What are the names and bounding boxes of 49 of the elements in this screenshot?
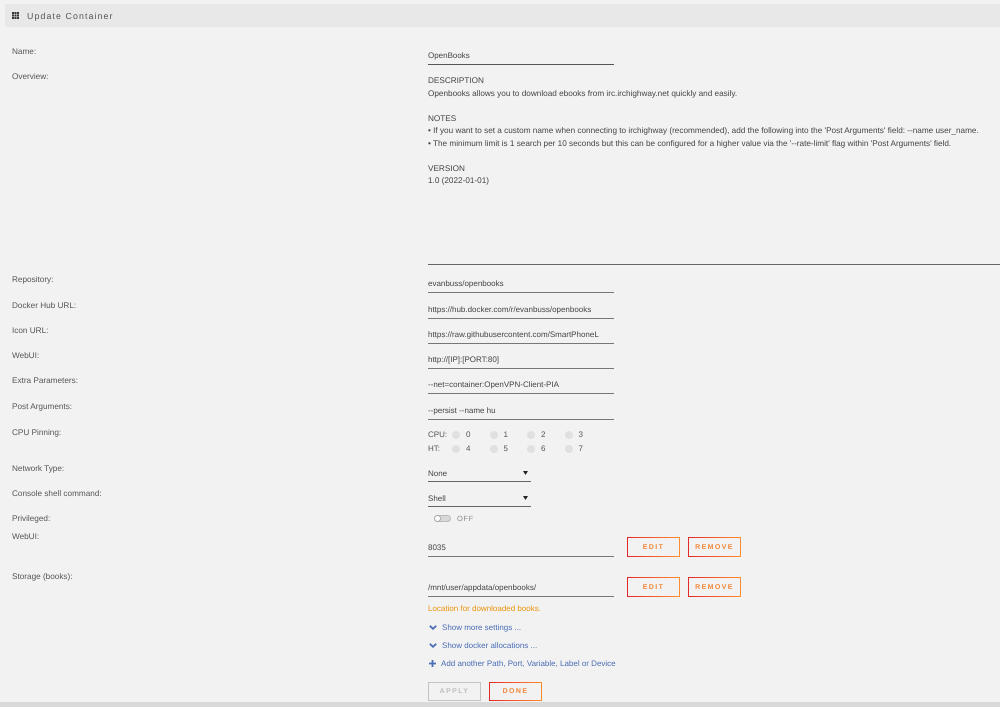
core-number: 4 xyxy=(466,443,470,456)
grid-icon xyxy=(12,12,19,19)
select-field[interactable]: Shell xyxy=(428,488,531,508)
field-label: Console shell command: xyxy=(12,488,102,500)
field-label: WebUI: xyxy=(12,531,40,544)
field-label: Storage (books): xyxy=(12,571,73,584)
chevron-down-icon xyxy=(429,624,437,630)
field-label: Docker Hub URL: xyxy=(12,300,76,312)
field-label: CPU Pinning: xyxy=(12,427,62,440)
text-field[interactable]: OpenBooks xyxy=(428,46,614,65)
cpu-group-label: HT: xyxy=(428,443,441,456)
field-label: Repository: xyxy=(12,274,54,286)
plus-icon xyxy=(429,660,436,667)
core-number: 1 xyxy=(504,429,508,442)
text-field[interactable]: /mnt/user/appdata/openbooks/ xyxy=(428,578,614,597)
field-label: Name: xyxy=(12,46,36,58)
text-field[interactable]: --persist --name hu xyxy=(428,400,614,420)
text-field[interactable]: 8035 xyxy=(428,538,614,557)
core-number: 7 xyxy=(578,443,583,456)
core-number: 5 xyxy=(504,443,508,456)
text-field[interactable]: http://[IP]:[PORT:80] xyxy=(428,350,614,370)
core-number: 2 xyxy=(541,429,546,442)
add-link[interactable]: Add another Path, Port, Variable, Label or Device xyxy=(429,658,616,668)
text-field[interactable]: evanbuss/openbooks xyxy=(428,274,614,294)
overview-textarea[interactable]: DESCRIPTION Openbooks allows you to download ebooks from irc.irchighway.net quickly and easily. NOTES • If you want to set a custom name when connecting to irchighway (recommended), add the following into the 'Post Arguments' field: --name user_name. • The minimum limit is 1 search per 10 seconds but this can be configured for a higher value via the '--rate-limit' flag within 'Post Arguments' field. VERSION 1.0 (2022-01-01) xyxy=(428,71,1000,266)
field-label: Privileged: xyxy=(12,513,50,526)
field-label: Post Arguments: xyxy=(12,400,72,413)
core-number: 6 xyxy=(541,443,546,456)
text-field[interactable]: --net=container:OpenVPN-Client-PIA xyxy=(428,375,614,394)
text-field[interactable]: https://hub.docker.com/r/evanbuss/openbooks xyxy=(428,300,614,319)
field-description: Location for downloaded books. xyxy=(428,603,541,616)
expand-link[interactable]: Show docker allocations ... xyxy=(429,640,538,650)
scrollbar-track[interactable] xyxy=(0,702,1000,707)
field-label: WebUI: xyxy=(12,350,40,362)
core-number: 0 xyxy=(466,429,470,442)
field-label: Overview: xyxy=(12,71,48,84)
expand-link[interactable]: Show more settings ... xyxy=(429,622,522,632)
core-number: 3 xyxy=(578,429,583,442)
toggle-switch[interactable] xyxy=(434,515,451,522)
select-field[interactable]: None xyxy=(428,463,531,482)
text-field[interactable]: https://raw.githubusercontent.com/SmartPhoneL xyxy=(428,324,614,344)
field-label: Icon URL: xyxy=(12,324,48,337)
chevron-down-icon xyxy=(429,642,437,648)
caret-icon xyxy=(523,471,528,476)
field-label: Extra Parameters: xyxy=(12,375,78,388)
field-label: Network Type: xyxy=(12,463,64,476)
caret-icon xyxy=(523,496,528,500)
panel-title: Update Container xyxy=(27,10,114,20)
cpu-group-label: CPU: xyxy=(428,429,448,442)
